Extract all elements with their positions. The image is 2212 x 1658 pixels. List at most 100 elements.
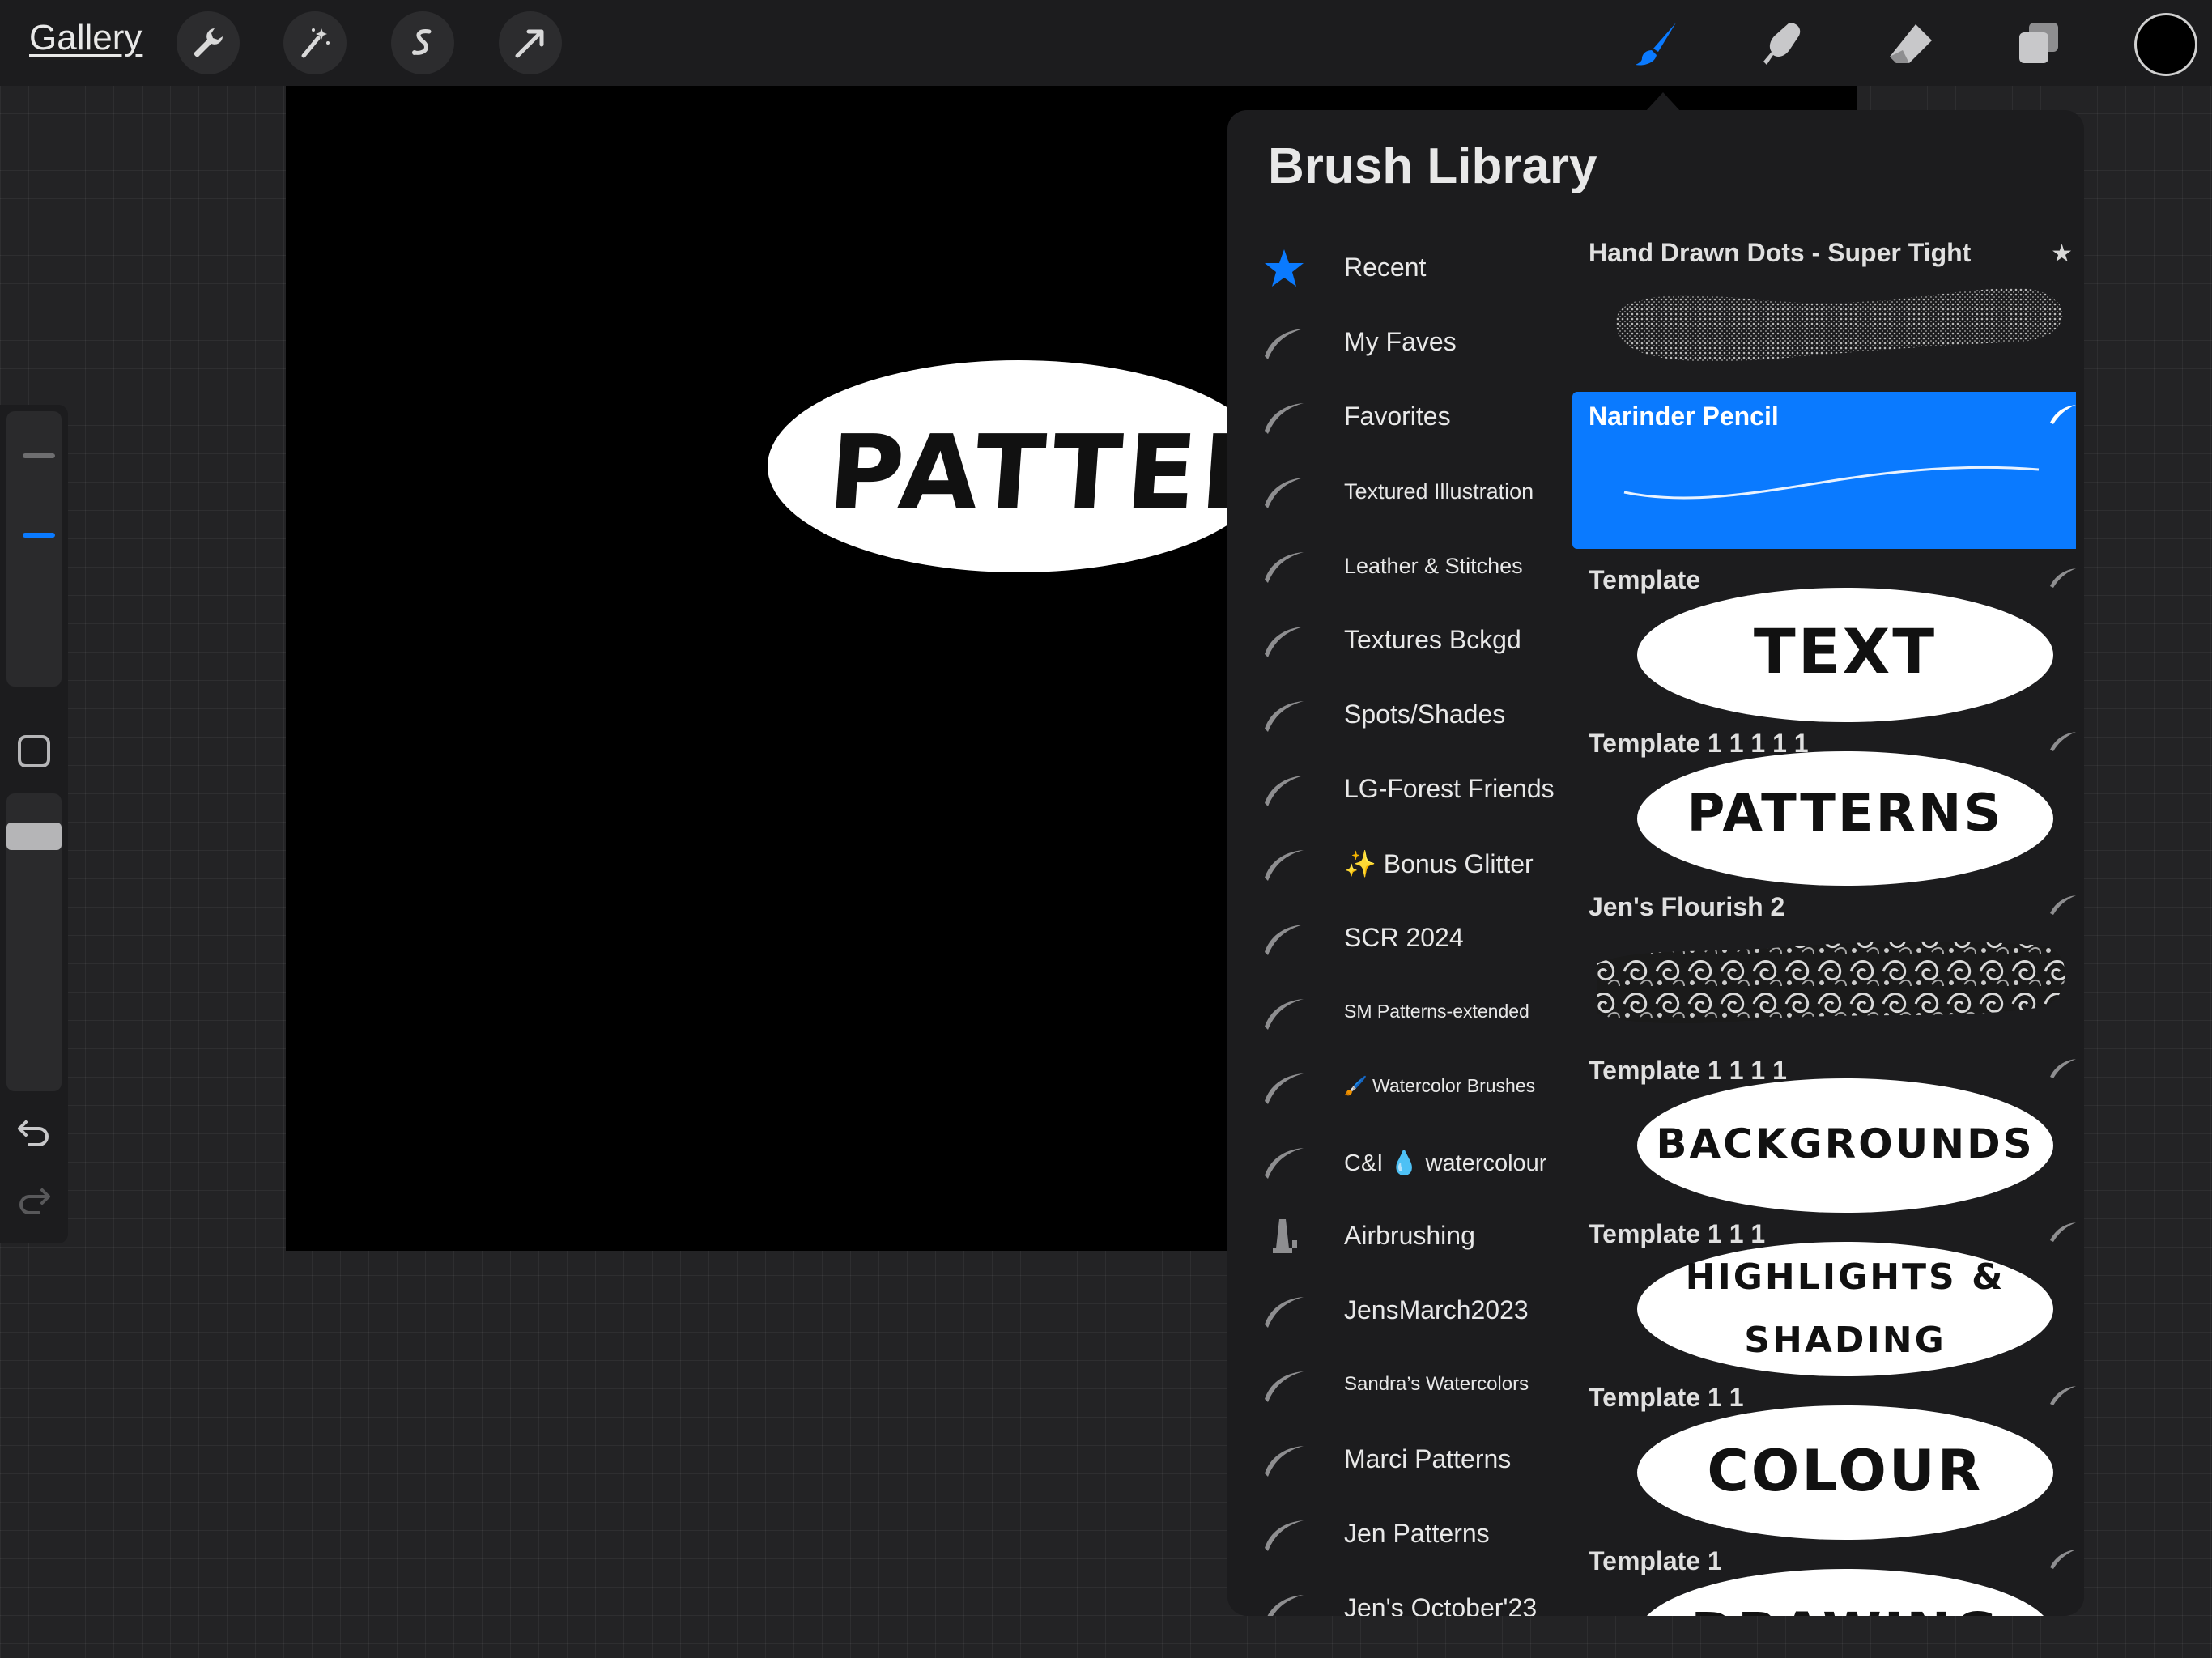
selection-button[interactable] (391, 11, 454, 74)
brush-stroke-icon (2050, 1550, 2076, 1569)
brush-item-selected[interactable]: Narinder Pencil (1572, 392, 2076, 549)
brush-set-sm-patterns-extended[interactable]: SM Patterns-extended (1227, 976, 1559, 1051)
brush-stroke-icon (2050, 405, 2076, 424)
brush-set-label: Recent (1344, 253, 1427, 282)
brush-stroke-icon (1265, 925, 1304, 955)
layers-button[interactable] (2006, 11, 2071, 76)
brush-set-label: JensMarch2023 (1344, 1295, 1529, 1324)
brush-set-sandras-watercolors[interactable]: Sandra’s Watercolors (1227, 1349, 1559, 1423)
brush-stroke-icon (1265, 627, 1304, 657)
brush-set-label: SCR 2024 (1344, 923, 1464, 952)
smudge-tool-button[interactable] (1750, 11, 1815, 76)
actions-button[interactable] (177, 11, 240, 74)
brush-name: Template (1589, 565, 1701, 594)
flourish-stroke-preview (1597, 941, 2065, 1024)
brush-set-label: Jen's October'23 (1344, 1593, 1538, 1616)
brush-item[interactable]: Template TEXT (1572, 555, 2076, 722)
wrench-icon (194, 28, 223, 57)
brush-set-jensmarch2023[interactable]: JensMarch2023 (1227, 1274, 1559, 1349)
brush-opacity-slider[interactable] (6, 793, 62, 1091)
brush-set-textures-bckgd[interactable]: Textures Bckgd (1227, 604, 1559, 678)
brush-set-spots-shades[interactable]: Spots/Shades (1227, 678, 1559, 753)
brush-stroke-icon (1265, 1520, 1304, 1551)
brush-set-label: LG-Forest Friends (1344, 774, 1555, 803)
brush-item[interactable]: Template 1 DRAWING (1572, 1537, 2076, 1616)
brush-set-label: C&I 💧 watercolour (1344, 1150, 1547, 1176)
template-preview-text-line2: SHADING (1744, 1320, 1946, 1361)
magic-wand-icon (301, 28, 330, 58)
selection-icon (412, 29, 432, 55)
brush-set-leather-stitches[interactable]: Leather & Stitches (1227, 529, 1559, 604)
brush-set-bonus-glitter[interactable]: ✨ Bonus Glitter (1227, 827, 1559, 902)
size-slider-mark (23, 453, 55, 458)
brush-stroke-icon (1265, 776, 1304, 806)
brush-set-airbrushing[interactable]: Airbrushing (1227, 1200, 1559, 1274)
star-icon: ★ (2051, 240, 2073, 267)
brush-stroke-icon (1265, 403, 1304, 434)
brush-stroke-icon (2050, 568, 2076, 588)
size-slider-thumb[interactable] (23, 533, 55, 538)
brush-set-favorites[interactable]: Favorites (1227, 380, 1559, 455)
brush-name: Hand Drawn Dots - Super Tight (1589, 238, 1972, 267)
dots-stroke-preview (1616, 287, 2063, 362)
layers-icon (2019, 23, 2058, 63)
brush-set-label: My Faves (1344, 327, 1457, 356)
brush-stroke-icon (1265, 1297, 1304, 1328)
brush-item[interactable]: Template 1 1 1 1 BACKGROUNDS (1572, 1046, 2076, 1213)
brush-set-label: SM Patterns-extended (1344, 1001, 1529, 1022)
template-preview-text: BACKGROUNDS (1656, 1120, 2035, 1167)
brush-name: Template 1 1 (1589, 1383, 1744, 1412)
brush-item[interactable]: Template 1 1 1 HIGHLIGHTS & SHADING (1572, 1209, 2076, 1376)
brush-icon (1636, 23, 1676, 66)
eraser-tool-button[interactable] (1878, 11, 1943, 76)
brush-set-label: 🖌️ Watercolor Brushes (1344, 1075, 1536, 1096)
modify-button[interactable] (18, 735, 50, 767)
redo-icon[interactable] (15, 1182, 53, 1221)
brush-name: Template 1 1 1 1 (1589, 1056, 1787, 1085)
brush-item[interactable]: Template 1 1 1 1 1 PATTERNS (1572, 719, 2076, 886)
brush-stroke-icon (2050, 732, 2076, 751)
brush-stroke-icon (1265, 1371, 1304, 1402)
transform-arrow-icon (515, 29, 544, 58)
brush-set-my-faves[interactable]: My Faves (1227, 306, 1559, 380)
brush-name: Template 1 1 1 1 1 (1589, 729, 1809, 758)
airbrush-icon (1273, 1219, 1297, 1253)
color-picker-button[interactable] (2134, 13, 2197, 76)
template-preview-text: COLOUR (1707, 1438, 1984, 1504)
template-preview-text: DRAWING (1637, 1601, 2053, 1616)
brush-size-slider[interactable] (6, 411, 62, 687)
brush-stroke-icon (1265, 1148, 1304, 1179)
brush-set-jens-october23[interactable]: Jen's October'23 (1227, 1572, 1559, 1616)
brush-set-label: Leather & Stitches (1344, 554, 1523, 578)
left-sidebar (0, 405, 68, 1244)
brush-set-ci-watercolour[interactable]: C&I 💧 watercolour (1227, 1125, 1559, 1200)
brush-item[interactable]: Jen's Flourish 2 (1572, 882, 2076, 1039)
brush-set-recent[interactable]: Recent (1227, 232, 1559, 306)
brush-set-label: Textures Bckgd (1344, 625, 1521, 654)
brush-tool-button[interactable] (1624, 11, 1689, 76)
brush-set-watercolor-brushes[interactable]: 🖌️ Watercolor Brushes (1227, 1051, 1559, 1125)
brush-set-textured-illustration[interactable]: Textured Illustration (1227, 455, 1559, 529)
brush-stroke-icon (1265, 701, 1304, 732)
brush-set-label: Jen Patterns (1344, 1519, 1490, 1548)
gallery-button[interactable]: Gallery (29, 18, 142, 58)
brush-set-jen-patterns[interactable]: Jen Patterns (1227, 1498, 1559, 1572)
template-preview-text: TEXT (1753, 615, 1938, 687)
adjustments-button[interactable] (283, 11, 347, 74)
undo-icon[interactable] (15, 1114, 53, 1153)
panel-title: Brush Library (1268, 138, 1597, 194)
transform-button[interactable] (499, 11, 562, 74)
brush-set-marci-patterns[interactable]: Marci Patterns (1227, 1423, 1559, 1498)
brush-item[interactable]: Hand Drawn Dots - Super Tight ★ (1572, 228, 2076, 385)
template-preview-text: PATTERNS (1687, 784, 2004, 844)
opacity-slider-thumb[interactable] (6, 823, 62, 850)
brush-stroke-icon (1265, 1073, 1304, 1104)
brush-set-scr-2024[interactable]: SCR 2024 (1227, 902, 1559, 976)
brush-item[interactable]: Template 1 1 COLOUR (1572, 1373, 2076, 1540)
template-preview-text: HIGHLIGHTS & (1685, 1256, 2006, 1298)
brush-set-lg-forest-friends[interactable]: LG-Forest Friends (1227, 753, 1559, 827)
star-icon (1265, 249, 1304, 287)
brush-set-label: Textured Illustration (1344, 479, 1534, 504)
brush-stroke-icon (1267, 1595, 1304, 1616)
brush-set-label: Marci Patterns (1344, 1444, 1512, 1473)
